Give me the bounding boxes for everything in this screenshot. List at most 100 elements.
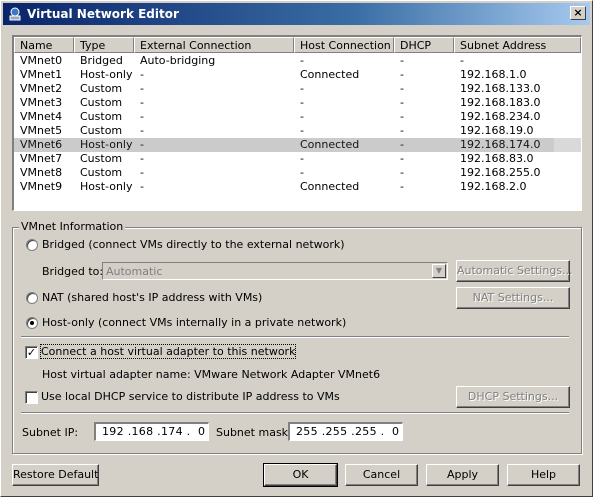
cell-type: Custom	[80, 152, 123, 165]
table-row[interactable]: VMnet7 Custom - - - 192.168.83.0	[14, 152, 581, 166]
apply-button[interactable]: Apply	[426, 464, 499, 486]
chevron-down-icon[interactable]: ▼	[432, 264, 446, 278]
cell-type: Host-only	[80, 138, 133, 151]
cell-host: -	[300, 54, 304, 67]
virtual-network-editor-window: Virtual Network Editor × Name Type Exter…	[0, 0, 593, 497]
cell-subnet: 192.168.1.0	[460, 68, 527, 81]
cell-dhcp: -	[400, 180, 404, 193]
cell-type: Host-only	[80, 68, 133, 81]
table-row-selected[interactable]: VMnet6 Host-only - Connected - 192.168.1…	[14, 138, 581, 152]
divider	[21, 336, 569, 338]
host-only-radio[interactable]	[26, 317, 38, 329]
cell-name: VMnet2	[20, 82, 63, 95]
cell-type: Custom	[80, 124, 123, 137]
cell-dhcp: -	[400, 82, 404, 95]
connect-adapter-checkbox[interactable]: ✓	[25, 346, 38, 359]
cell-type: Custom	[80, 166, 123, 179]
column-header-dhcp[interactable]: DHCP	[394, 37, 454, 53]
table-row[interactable]: VMnet3 Custom - - - 192.168.183.0	[14, 96, 581, 110]
cancel-button[interactable]: Cancel	[345, 464, 418, 486]
cell-host: Connected	[300, 138, 360, 151]
column-header-host-connection[interactable]: Host Connection	[294, 37, 394, 53]
column-header-type[interactable]: Type	[74, 37, 134, 53]
column-header-name[interactable]: Name	[14, 37, 74, 53]
nat-radio-label[interactable]: NAT (shared host's IP address with VMs)	[42, 291, 262, 304]
cell-external: -	[140, 82, 144, 95]
cell-external: -	[140, 138, 144, 151]
cell-external: -	[140, 166, 144, 179]
group-label: VMnet Information	[19, 220, 126, 233]
cell-external: Auto-bridging	[140, 54, 216, 67]
table-row[interactable]: VMnet4 Custom - - - 192.168.234.0	[14, 110, 581, 124]
cell-subnet: 192.168.174.0	[460, 138, 541, 151]
cell-host: -	[300, 110, 304, 123]
column-header-external-connection[interactable]: External Connection	[134, 37, 294, 53]
cell-dhcp: -	[400, 110, 404, 123]
table-row[interactable]: VMnet0 Bridged Auto-bridging - - -	[14, 54, 581, 68]
cell-type: Host-only	[80, 180, 133, 193]
cell-name: VMnet1	[20, 68, 63, 81]
cell-name: VMnet8	[20, 166, 63, 179]
window-title: Virtual Network Editor	[27, 7, 179, 21]
bridged-to-select[interactable]: Automatic ▼	[102, 262, 448, 280]
list-header: Name Type External Connection Host Conne…	[14, 37, 581, 53]
bridged-radio-label[interactable]: Bridged (connect VMs directly to the ext…	[42, 238, 345, 251]
bridged-radio[interactable]	[26, 239, 38, 251]
cell-type: Custom	[80, 110, 123, 123]
nat-settings-button[interactable]: NAT Settings...	[456, 287, 570, 309]
cell-host: -	[300, 82, 304, 95]
table-row[interactable]: VMnet9 Host-only - Connected - 192.168.2…	[14, 180, 581, 194]
dhcp-settings-button[interactable]: DHCP Settings...	[456, 386, 570, 408]
network-list[interactable]: Name Type External Connection Host Conne…	[12, 35, 582, 211]
bridged-to-label: Bridged to:	[42, 265, 104, 278]
cell-dhcp: -	[400, 68, 404, 81]
dhcp-label[interactable]: Use local DHCP service to distribute IP …	[41, 390, 340, 403]
dhcp-checkbox[interactable]	[25, 391, 38, 404]
cell-dhcp: -	[400, 138, 404, 151]
close-button[interactable]: ×	[570, 6, 586, 20]
ok-button[interactable]: OK	[263, 463, 338, 487]
cell-host: -	[300, 96, 304, 109]
cell-external: -	[140, 180, 144, 193]
table-row[interactable]: VMnet2 Custom - - - 192.168.133.0	[14, 82, 581, 96]
column-header-subnet-address[interactable]: Subnet Address	[454, 37, 581, 53]
cell-type: Custom	[80, 82, 123, 95]
help-button[interactable]: Help	[507, 464, 580, 486]
cell-name: VMnet7	[20, 152, 63, 165]
host-only-radio-label[interactable]: Host-only (connect VMs internally in a p…	[42, 316, 346, 329]
table-row[interactable]: VMnet8 Custom - - - 192.168.255.0	[14, 166, 581, 180]
cell-external: -	[140, 96, 144, 109]
subnet-ip-field[interactable]: 192 .168 .174 . 0	[94, 422, 209, 441]
restore-default-button[interactable]: Restore Default	[12, 464, 99, 486]
table-row[interactable]: VMnet1 Host-only - Connected - 192.168.1…	[14, 68, 581, 82]
cell-dhcp: -	[400, 152, 404, 165]
cell-host: Connected	[300, 180, 360, 193]
cell-name: VMnet5	[20, 124, 63, 137]
automatic-settings-button[interactable]: Automatic Settings...	[456, 260, 573, 282]
cell-external: -	[140, 152, 144, 165]
vmware-network-icon	[9, 7, 21, 21]
subnet-mask-field[interactable]: 255 .255 .255 . 0	[288, 422, 403, 441]
cell-subnet: -	[460, 54, 464, 67]
cell-dhcp: -	[400, 166, 404, 179]
cell-name: VMnet6	[20, 138, 63, 151]
table-row[interactable]: VMnet5 Custom - - - 192.168.19.0	[14, 124, 581, 138]
connect-adapter-label[interactable]: Connect a host virtual adapter to this n…	[39, 344, 297, 359]
bridged-to-value: Automatic	[106, 265, 163, 278]
subnet-ip-label: Subnet IP:	[22, 426, 79, 439]
divider	[21, 412, 569, 414]
nat-radio[interactable]	[26, 292, 38, 304]
cell-dhcp: -	[400, 54, 404, 67]
cell-name: VMnet3	[20, 96, 63, 109]
cell-subnet: 192.168.234.0	[460, 110, 541, 123]
adapter-name-label: Host virtual adapter name: VMware Networ…	[42, 368, 381, 381]
cell-host: -	[300, 124, 304, 137]
cell-subnet: 192.168.83.0	[460, 152, 534, 165]
cell-subnet: 192.168.19.0	[460, 124, 534, 137]
cell-dhcp: -	[400, 96, 404, 109]
cell-host: Connected	[300, 68, 360, 81]
cell-external: -	[140, 124, 144, 137]
cell-subnet: 192.168.255.0	[460, 166, 541, 179]
title-bar[interactable]: Virtual Network Editor ×	[3, 3, 590, 25]
cell-host: -	[300, 152, 304, 165]
